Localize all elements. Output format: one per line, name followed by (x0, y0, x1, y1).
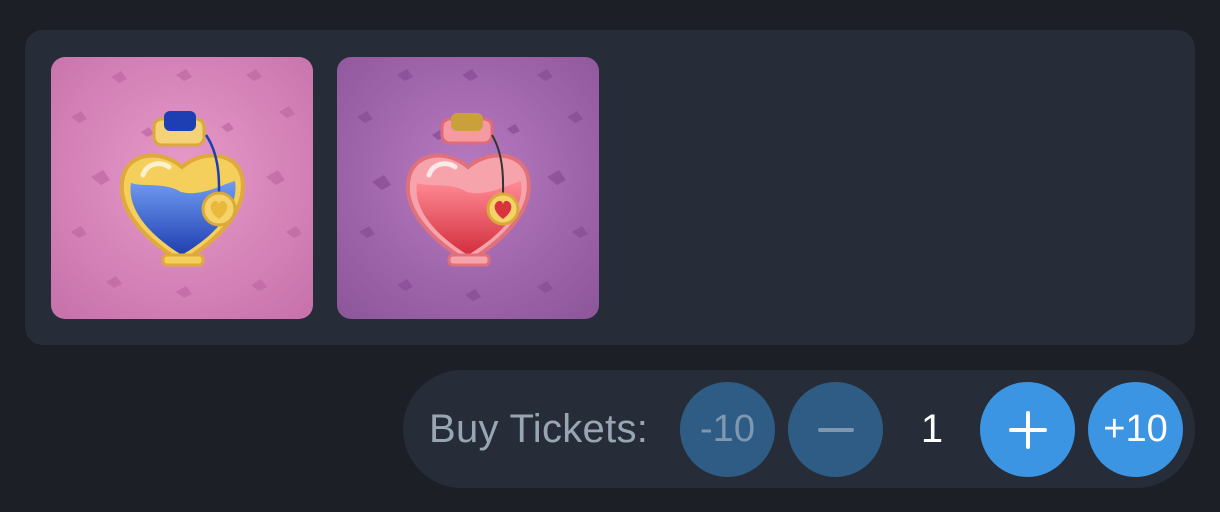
minus-icon (817, 427, 854, 432)
blue-heart-potion-image (51, 57, 313, 319)
plus-icon (1008, 410, 1047, 449)
ticket-quantity: 1 (920, 407, 944, 451)
item-card-blue-potion[interactable] (51, 57, 313, 319)
red-heart-potion-image (337, 57, 599, 319)
item-card-red-potion[interactable] (337, 57, 599, 319)
prize-items-panel (25, 30, 1195, 345)
minus-button[interactable] (788, 382, 883, 477)
buy-tickets-bar: Buy Tickets: -10 1 +10 (403, 370, 1195, 488)
ticket-purchase-screen: Buy Tickets: -10 1 +10 (0, 0, 1220, 512)
buy-tickets-label: Buy Tickets: (429, 407, 649, 451)
plus-ten-button[interactable]: +10 (1088, 382, 1183, 477)
plus-button[interactable] (980, 382, 1075, 477)
minus-ten-button[interactable]: -10 (680, 382, 775, 477)
